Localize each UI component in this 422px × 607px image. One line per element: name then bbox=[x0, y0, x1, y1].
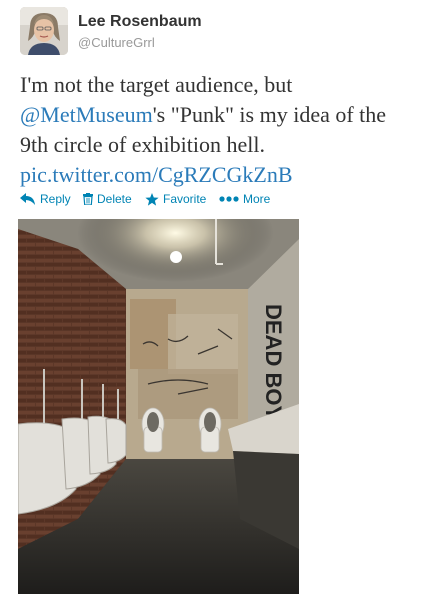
tweet-card: Lee Rosenbaum @CultureGrrl I'm not the t… bbox=[0, 0, 422, 607]
user-display-name[interactable]: Lee Rosenbaum bbox=[78, 13, 202, 31]
tweet-text-line1: I'm not the target audience, but bbox=[20, 72, 293, 97]
star-icon bbox=[145, 192, 159, 206]
delete-button[interactable]: Delete bbox=[83, 192, 132, 206]
restroom-photo: DEAD BOYS bbox=[18, 219, 299, 594]
favorite-button[interactable]: Favorite bbox=[145, 192, 206, 206]
favorite-label: Favorite bbox=[163, 192, 207, 206]
more-dots-icon bbox=[219, 196, 239, 202]
more-label: More bbox=[243, 192, 271, 206]
user-handle[interactable]: @CultureGrrl bbox=[78, 35, 155, 50]
tweet-text: I'm not the target audience, but @MetMus… bbox=[20, 70, 415, 190]
tweet-text-line3: 9th circle of exhibition hell. bbox=[20, 132, 265, 157]
avatar-photo bbox=[20, 7, 68, 55]
pic-link[interactable]: pic.twitter.com/CgRZCGkZnB bbox=[20, 162, 293, 187]
delete-label: Delete bbox=[97, 192, 132, 206]
tweet-photo[interactable]: DEAD BOYS bbox=[18, 219, 299, 594]
trash-icon bbox=[83, 193, 93, 205]
reply-icon bbox=[20, 193, 35, 205]
reply-button[interactable]: Reply bbox=[20, 192, 71, 206]
more-button[interactable]: More bbox=[219, 192, 270, 206]
avatar[interactable] bbox=[20, 7, 68, 55]
mention-link[interactable]: @MetMuseum bbox=[20, 102, 153, 127]
tweet-text-line2: 's "Punk" is my idea of the bbox=[152, 102, 387, 127]
reply-label: Reply bbox=[40, 192, 71, 206]
